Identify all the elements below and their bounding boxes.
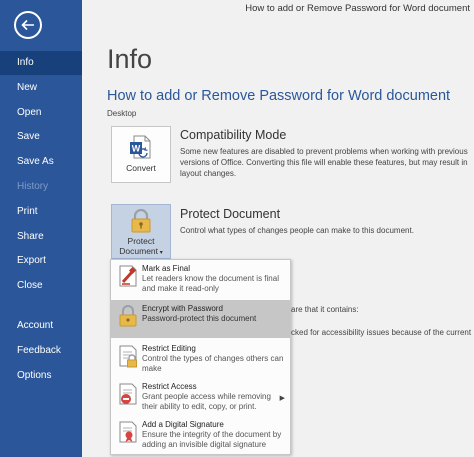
menu-item-desc: Password-protect this document	[142, 314, 257, 323]
menu-item-desc: Ensure the integrity of the document by …	[142, 430, 282, 449]
menu-item-title: Add a Digital Signature	[142, 420, 224, 429]
inspect-text-partial-2: cked for accessibility issues because of…	[291, 328, 472, 337]
nav-share[interactable]: Share	[0, 225, 82, 249]
nav-save-as[interactable]: Save As	[0, 150, 82, 174]
menu-item-title: Restrict Access	[142, 382, 197, 391]
back-arrow-icon[interactable]	[14, 11, 42, 39]
menu-item-desc: Grant people access while removing their…	[142, 392, 271, 411]
inspect-text-partial-1: are that it contains:	[291, 305, 359, 314]
nav-save[interactable]: Save	[0, 125, 82, 149]
nav-options[interactable]: Options	[0, 364, 82, 388]
menu-item-encrypt-with-password[interactable]: Encrypt with Password Password-protect t…	[111, 300, 290, 338]
menu-item-add-digital-signature[interactable]: Add a Digital Signature Ensure the integ…	[111, 416, 290, 454]
compatibility-desc: Some new features are disabled to preven…	[180, 147, 468, 178]
protect-document-menu: Mark as Final Let readers know the docum…	[110, 259, 291, 455]
protect-button-label-line2-wrap: Document ▾	[112, 246, 170, 258]
protect-button-label-line1: Protect	[127, 236, 155, 246]
backstage-sidebar: Info New Open Save Save As History Print…	[0, 0, 82, 457]
menu-item-title: Encrypt with Password	[142, 304, 223, 313]
convert-document-icon: W	[130, 135, 151, 159]
menu-item-mark-as-final[interactable]: Mark as Final Let readers know the docum…	[111, 260, 290, 298]
mark-final-icon	[119, 265, 137, 287]
convert-button-label: Convert	[126, 163, 156, 173]
document-location: Desktop	[107, 109, 137, 118]
convert-button[interactable]: W Convert	[111, 126, 171, 183]
page-title: Info	[107, 44, 153, 74]
nav-history: History	[17, 181, 49, 192]
compatibility-title: Compatibility Mode	[180, 128, 287, 142]
menu-item-restrict-editing[interactable]: Restrict Editing Control the types of ch…	[111, 340, 290, 378]
submenu-arrow-icon: ▶	[279, 395, 285, 402]
nav-export[interactable]: Export	[0, 249, 82, 273]
menu-item-desc: Let readers know the document is final a…	[142, 274, 279, 293]
protect-document-button[interactable]: Protect Document ▾	[111, 204, 171, 259]
nav-info[interactable]: Info	[0, 51, 82, 75]
restrict-editing-icon	[119, 345, 137, 368]
protect-button-label-line2: Document	[119, 246, 159, 256]
window-title: How to add or Remove Password for Word d…	[245, 3, 470, 14]
restrict-access-icon	[119, 383, 137, 405]
nav-print[interactable]: Print	[0, 200, 82, 224]
menu-item-desc: Control the types of changes others can …	[142, 354, 284, 373]
nav-new[interactable]: New	[0, 76, 82, 100]
protect-desc: Control what types of changes people can…	[180, 226, 414, 235]
digital-signature-icon	[119, 421, 137, 443]
lock-key-icon	[119, 305, 137, 327]
nav-account[interactable]: Account	[0, 314, 82, 338]
nav-feedback[interactable]: Feedback	[0, 339, 82, 363]
menu-item-restrict-access[interactable]: Restrict Access Grant people access whil…	[111, 378, 290, 416]
lock-icon	[131, 209, 151, 233]
document-name: How to add or Remove Password for Word d…	[107, 88, 451, 104]
dropdown-caret-icon: ▾	[158, 250, 163, 256]
menu-item-title: Mark as Final	[142, 264, 191, 273]
protect-title: Protect Document	[180, 207, 281, 221]
nav-close[interactable]: Close	[0, 274, 82, 298]
nav-open[interactable]: Open	[0, 101, 82, 125]
menu-item-title: Restrict Editing	[142, 344, 196, 353]
